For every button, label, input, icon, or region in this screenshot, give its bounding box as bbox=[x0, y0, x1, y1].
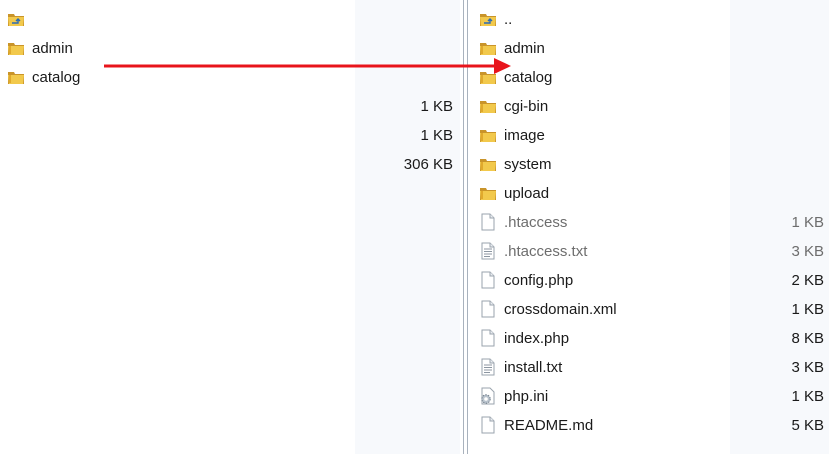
folder-icon bbox=[478, 96, 498, 116]
file-size: 306 KB bbox=[403, 156, 453, 173]
file-name: .htaccess bbox=[504, 214, 568, 231]
file-size: 8 KB bbox=[791, 330, 824, 347]
file-name: system bbox=[504, 156, 552, 173]
left-file-row[interactable]: admin bbox=[0, 34, 460, 63]
file-name: index.php bbox=[504, 330, 570, 347]
right-file-row[interactable]: .htaccess.txt 3 KB bbox=[472, 237, 829, 266]
file-size: 1 KB bbox=[420, 98, 453, 115]
folder-icon bbox=[478, 67, 498, 87]
file-name: .htaccess.txt bbox=[504, 243, 588, 260]
right-file-row[interactable]: .htaccess 1 KB bbox=[472, 208, 829, 237]
left-file-row[interactable]: catalog bbox=[0, 63, 460, 92]
right-file-row[interactable]: php.ini 1 KB bbox=[472, 382, 829, 411]
folder-icon bbox=[478, 125, 498, 145]
left-file-pane: admin catalog 1 KB 1 KB 306 KB bbox=[0, 0, 460, 454]
file-icon bbox=[478, 270, 498, 290]
pane-splitter[interactable] bbox=[461, 0, 471, 454]
right-file-row[interactable]: upload bbox=[472, 179, 829, 208]
folder-icon bbox=[478, 183, 498, 203]
left-file-row[interactable]: 1 KB bbox=[0, 92, 460, 121]
text-file-icon bbox=[478, 357, 498, 377]
file-size: 1 KB bbox=[791, 214, 824, 231]
folder-icon bbox=[478, 38, 498, 58]
right-file-row[interactable]: README.md 5 KB bbox=[472, 411, 829, 440]
left-file-row[interactable]: 1 KB bbox=[0, 121, 460, 150]
left-file-row[interactable]: 306 KB bbox=[0, 150, 460, 179]
file-name: php.ini bbox=[504, 388, 549, 405]
file-size: 3 KB bbox=[791, 243, 824, 260]
settings-file-icon bbox=[478, 386, 498, 406]
right-file-row[interactable]: index.php 8 KB bbox=[472, 324, 829, 353]
right-file-pane: .. admin catalog cgi-bin image system upload .h… bbox=[472, 0, 829, 454]
text-file-icon bbox=[478, 241, 498, 261]
file-name: image bbox=[504, 127, 545, 144]
right-file-row[interactable]: crossdomain.xml 1 KB bbox=[472, 295, 829, 324]
file-name: admin bbox=[504, 40, 545, 57]
file-name: crossdomain.xml bbox=[504, 301, 617, 318]
folder-up-icon bbox=[6, 9, 26, 29]
file-name: README.md bbox=[504, 417, 594, 434]
right-file-row[interactable]: catalog bbox=[472, 63, 829, 92]
file-name: catalog bbox=[504, 69, 553, 86]
left-file-row[interactable] bbox=[0, 5, 460, 34]
right-file-row[interactable]: config.php 2 KB bbox=[472, 266, 829, 295]
file-size: 1 KB bbox=[791, 301, 824, 318]
right-file-row[interactable]: image bbox=[472, 121, 829, 150]
file-size: 1 KB bbox=[420, 127, 453, 144]
file-name: admin bbox=[32, 40, 73, 57]
file-icon bbox=[478, 212, 498, 232]
file-name: .. bbox=[504, 11, 513, 28]
right-file-row[interactable]: .. bbox=[472, 5, 829, 34]
file-name: cgi-bin bbox=[504, 98, 549, 115]
file-icon bbox=[478, 299, 498, 319]
file-icon bbox=[478, 328, 498, 348]
file-icon bbox=[478, 415, 498, 435]
file-size: 3 KB bbox=[791, 359, 824, 376]
file-name: config.php bbox=[504, 272, 574, 289]
file-size: 2 KB bbox=[791, 272, 824, 289]
right-file-row[interactable]: install.txt 3 KB bbox=[472, 353, 829, 382]
right-file-row[interactable]: cgi-bin bbox=[472, 92, 829, 121]
file-name: install.txt bbox=[504, 359, 563, 376]
right-file-row[interactable]: system bbox=[472, 150, 829, 179]
folder-icon bbox=[6, 38, 26, 58]
folder-up-icon bbox=[478, 9, 498, 29]
folder-icon bbox=[478, 154, 498, 174]
right-file-row[interactable]: admin bbox=[472, 34, 829, 63]
file-size: 1 KB bbox=[791, 388, 824, 405]
folder-icon bbox=[6, 67, 26, 87]
file-name: upload bbox=[504, 185, 550, 202]
file-size: 5 KB bbox=[791, 417, 824, 434]
file-name: catalog bbox=[32, 69, 81, 86]
